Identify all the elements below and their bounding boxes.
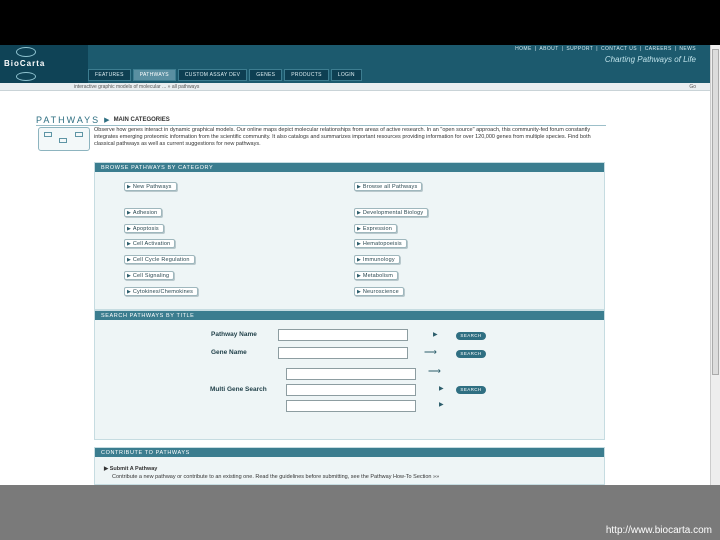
top-link-contact[interactable]: CONTACT US [601,46,637,52]
browser-viewport: BioCarta HOME | ABOUT | SUPPORT | CONTAC… [0,45,720,485]
tab-products[interactable]: PRODUCTS [284,69,329,81]
arrow-right-icon: ▶ [357,240,361,247]
top-link-home[interactable]: HOME [515,46,532,52]
site-logo: BioCarta [4,59,46,68]
category-expression[interactable]: ▶ Expression [354,224,398,233]
diagram-node-icon [59,138,67,143]
separator: | [561,46,564,52]
category-hematopoeisis[interactable]: ▶ Hematopoeisis [354,239,407,248]
category-adhesion[interactable]: ▶ Adhesion [124,208,163,217]
arrow-right-icon: ▶ [127,256,131,263]
pathway-name-label: Pathway Name [211,331,257,338]
arrow-right-icon: ▶ [357,288,361,295]
category-cell-signaling[interactable]: ▶ Cell Signaling [124,271,175,280]
page-title: PATHWAYS ▶ MAIN CATEGORIES [36,115,170,125]
bottom-bar: http://www.biocarta.com [0,485,720,540]
scrollbar-thumb[interactable] [712,49,719,375]
vertical-scrollbar[interactable] [710,45,720,485]
submit-pathway-item[interactable]: ▶ Submit A Pathway [104,466,594,473]
multi-gene-label: Multi Gene Search [210,386,267,393]
multi-gene-input-2[interactable] [286,384,416,396]
pathway-name-input[interactable] [278,329,408,341]
page-title-text: PATHWAYS [36,115,101,125]
source-url[interactable]: http://www.biocarta.com [606,525,712,536]
arrow-right-icon: ▶ [439,386,444,392]
arrow-right-icon: ▶ [127,225,131,232]
title-divider [36,125,606,126]
category-apoptosis[interactable]: ▶ Apoptosis [124,224,164,233]
separator: | [640,46,642,52]
search-panel-header: SEARCH PATHWAYS BY TITLE [95,311,604,320]
top-link-support[interactable]: SUPPORT [566,46,593,52]
top-link-about[interactable]: ABOUT [539,46,558,52]
separator: | [674,46,677,52]
pathway-diagram-icon [38,127,90,151]
multi-gene-input-1[interactable] [286,368,416,380]
category-neuroscience[interactable]: ▶ Neuroscience [354,287,404,296]
category-browse-all[interactable]: ▶ Browse all Pathways [354,182,423,191]
browse-panel-header: BROWSE PATHWAYS BY CATEGORY [95,163,604,172]
arrow-right-icon: ▶ [127,288,131,295]
submit-pathway-text: Contribute a new pathway or contribute t… [112,474,440,480]
site-tagline: Charting Pathways of Life [604,55,696,64]
long-arrow-right-icon: ⟶ [424,347,437,357]
logo-area[interactable]: BioCarta [0,45,88,83]
top-black-border [0,0,720,45]
arrow-right-icon: ▶ [127,183,131,190]
logo-mark-bottom-icon [16,72,36,81]
tab-pathways[interactable]: PATHWAYS [132,69,176,81]
arrow-right-icon: ▶ [357,225,361,232]
breadcrumb[interactable]: interactive graphic models of molecular … [74,84,199,90]
logo-mark-top-icon [16,47,36,57]
multi-gene-input-3[interactable] [286,400,416,412]
separator: | [534,46,537,52]
category-metabolism[interactable]: ▶ Metabolism [354,271,398,280]
title-arrow-icon: ▶ [104,117,110,124]
long-arrow-right-icon: ⟶ [428,366,441,376]
arrow-right-icon: ▶ [357,256,361,263]
category-immunology[interactable]: ▶ Immunology [354,255,400,264]
arrow-right-icon: ▶ [357,183,361,190]
arrow-right-icon: ▶ [433,332,438,338]
diagram-node-icon [75,132,83,137]
contribute-panel-header: CONTRIBUTE TO PATHWAYS [95,448,604,457]
arrow-right-icon: ▶ [357,209,361,216]
category-cell-activation[interactable]: ▶ Cell Activation [124,239,176,248]
top-link-news[interactable]: NEWS [679,46,696,52]
gene-search-button[interactable]: SEARCH [456,350,486,358]
arrow-right-icon: ▶ [439,402,444,408]
tab-custom-assay[interactable]: CUSTOM ASSAY DEV [177,69,248,81]
arrow-right-icon: ▶ [357,272,361,279]
separator: | [596,46,598,52]
category-cytokines[interactable]: ▶ Cytokines/Chemokines [124,287,199,296]
language-link[interactable]: Go [689,84,696,90]
top-link-careers[interactable]: CAREERS [645,46,672,52]
multi-gene-search-button[interactable]: SEARCH [456,386,486,394]
top-links: HOME | ABOUT | SUPPORT | CONTACT US | CA… [515,46,696,52]
gene-name-label: Gene Name [211,349,247,356]
diagram-node-icon [44,132,52,137]
category-new-pathways[interactable]: ▶ New Pathways [124,182,177,191]
arrow-right-icon: ▶ [127,272,131,279]
pathway-search-button[interactable]: SEARCH [456,332,486,340]
arrow-right-icon: ▶ [127,209,131,216]
arrow-right-icon: ▶ [127,240,131,247]
tab-features[interactable]: FEATURES [88,69,131,81]
gene-name-input[interactable] [278,347,408,359]
site-header: BioCarta HOME | ABOUT | SUPPORT | CONTAC… [0,45,710,83]
tab-login[interactable]: LOGIN [330,69,362,81]
page-subtitle: MAIN CATEGORIES [113,117,170,123]
category-developmental-biology[interactable]: ▶ Developmental Biology [354,208,429,217]
breadcrumb-bar: interactive graphic models of molecular … [0,83,710,91]
intro-paragraph: Observe how genes interact in dynamic gr… [94,127,591,147]
category-cell-cycle[interactable]: ▶ Cell Cycle Regulation [124,255,195,264]
main-nav-tabs: FEATURES PATHWAYS CUSTOM ASSAY DEV GENES… [88,69,362,81]
tab-genes[interactable]: GENES [249,69,283,81]
